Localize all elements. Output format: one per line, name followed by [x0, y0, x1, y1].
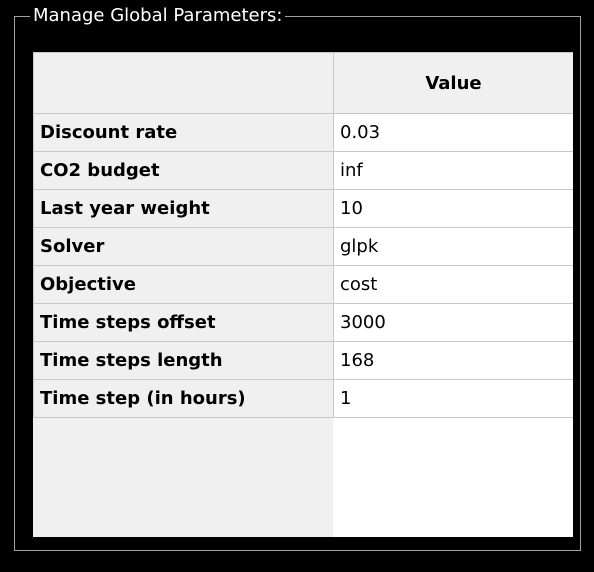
value-cell-objective[interactable]: cost	[333, 265, 573, 304]
group-title: Manage Global Parameters:	[30, 4, 286, 28]
row-header-co2-budget[interactable]: CO2 budget	[33, 151, 334, 190]
row-header-last-year-weight[interactable]: Last year weight	[33, 189, 334, 228]
table-row: Discount rate 0.03	[33, 113, 573, 152]
table-row: Last year weight 10	[33, 189, 573, 228]
value-cell-last-year-weight[interactable]: 10	[333, 189, 573, 228]
value-cell-time-steps-offset[interactable]: 3000	[333, 303, 573, 342]
row-header-time-steps-length[interactable]: Time steps length	[33, 341, 334, 380]
table-row: Time step (in hours) 1	[33, 379, 573, 418]
row-header-discount-rate[interactable]: Discount rate	[33, 113, 334, 152]
table-row: Time steps length 168	[33, 341, 573, 380]
row-header-solver[interactable]: Solver	[33, 227, 334, 266]
row-header-time-steps-offset[interactable]: Time steps offset	[33, 303, 334, 342]
value-cell-solver[interactable]: glpk	[333, 227, 573, 266]
table-row: Time steps offset 3000	[33, 303, 573, 342]
row-header-time-step-hours[interactable]: Time step (in hours)	[33, 379, 334, 418]
value-cell-time-steps-length[interactable]: 168	[333, 341, 573, 380]
table-header-row: Value	[33, 52, 573, 114]
value-cell-discount-rate[interactable]: 0.03	[333, 113, 573, 152]
table-row: Objective cost	[33, 265, 573, 304]
row-header-objective[interactable]: Objective	[33, 265, 334, 304]
parameters-table: Value Discount rate 0.03 CO2 budget inf …	[33, 52, 573, 418]
column-header-value[interactable]: Value	[333, 52, 573, 114]
corner-button[interactable]	[33, 52, 334, 114]
parameters-table-view[interactable]: Value Discount rate 0.03 CO2 budget inf …	[33, 52, 573, 537]
table-row: Solver glpk	[33, 227, 573, 266]
table-row: CO2 budget inf	[33, 151, 573, 190]
value-cell-co2-budget[interactable]: inf	[333, 151, 573, 190]
value-cell-time-step-hours[interactable]: 1	[333, 379, 573, 418]
